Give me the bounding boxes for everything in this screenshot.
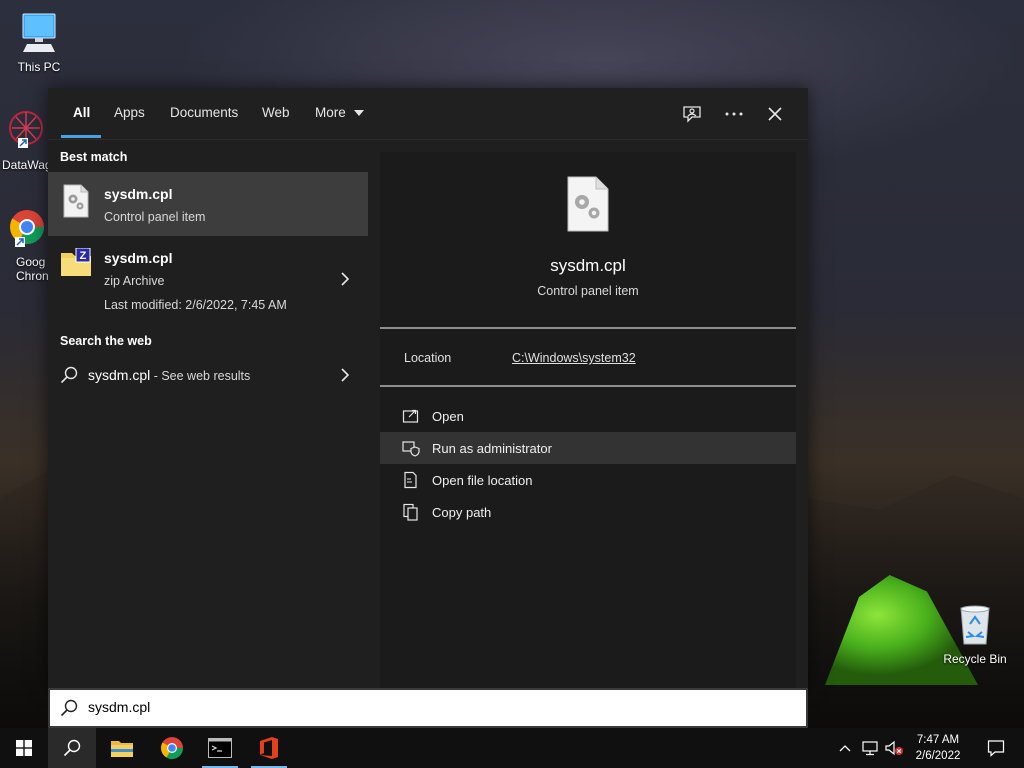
- notification-icon: [987, 740, 1005, 757]
- preview-name: sysdm.cpl: [550, 256, 626, 275]
- search-tabs-bar: All Apps Documents Web More: [48, 88, 808, 140]
- tab-more[interactable]: More: [315, 105, 364, 120]
- search-icon: [63, 739, 81, 757]
- tab-more-label: More: [315, 105, 346, 120]
- zip-folder-icon: Z: [61, 248, 91, 276]
- active-tab-indicator: [61, 135, 101, 138]
- volume-muted-icon: [885, 740, 903, 756]
- taskbar-command-prompt[interactable]: [196, 728, 244, 768]
- search-input[interactable]: [88, 699, 788, 715]
- action-center-button[interactable]: [972, 728, 1020, 768]
- best-match-heading: Best match: [60, 150, 128, 164]
- tab-apps[interactable]: Apps: [114, 105, 145, 120]
- action-label: Open: [432, 409, 464, 424]
- desktop-icon-label: DataWag: [2, 158, 52, 172]
- result-subtitle: Control panel item: [104, 210, 206, 224]
- result-title: sysdm.cpl: [104, 186, 173, 202]
- web-search-query: sysdm.cpl: [88, 367, 151, 383]
- office-icon: [260, 737, 278, 759]
- cpl-file-large-icon: [567, 176, 609, 232]
- windows-logo-icon: [16, 740, 32, 756]
- chevron-right-icon[interactable]: [340, 272, 350, 286]
- desktop-icon-label: Goog Chron: [16, 255, 48, 283]
- ellipsis-icon: [725, 112, 743, 116]
- tab-web[interactable]: Web: [262, 105, 290, 120]
- folder-icon: [111, 741, 133, 757]
- terminal-icon: [208, 738, 232, 758]
- desktop-icon-label: This PC: [17, 60, 61, 74]
- feedback-icon: [683, 106, 701, 123]
- action-label: Copy path: [432, 505, 492, 520]
- preview-pane: sysdm.cpl Control panel item Location C:…: [380, 152, 796, 688]
- copy-icon: [403, 503, 418, 521]
- location-link[interactable]: C:\Windows\system32: [512, 351, 636, 365]
- desktop-icon-this-pc[interactable]: This PC: [3, 10, 75, 74]
- taskbar-chrome[interactable]: [148, 728, 196, 768]
- results-pane: Best match sysdm.cpl Control panel item …: [48, 140, 368, 688]
- chevron-down-icon: [353, 110, 364, 117]
- action-open-file-location[interactable]: Open file location: [380, 464, 796, 496]
- desktop-icon-datawag[interactable]: DataWag: [0, 108, 52, 172]
- divider: [380, 385, 796, 387]
- chrome-icon: [161, 737, 183, 759]
- action-copy-path[interactable]: Copy path: [380, 496, 796, 528]
- tab-documents[interactable]: Documents: [170, 105, 238, 120]
- search-icon: [60, 699, 78, 717]
- result-title: sysdm.cpl: [104, 250, 173, 266]
- file-location-icon: [404, 471, 417, 489]
- more-options-button[interactable]: [721, 101, 747, 127]
- clock-time: 7:47 AM: [916, 734, 960, 746]
- web-search-text: sysdm.cpl - See web results: [88, 367, 250, 383]
- search-icon: [60, 366, 78, 384]
- taskbar-office[interactable]: [245, 728, 293, 768]
- action-label: Open file location: [432, 473, 533, 488]
- result-item-sysdm-cpl[interactable]: sysdm.cpl Control panel item: [48, 172, 368, 236]
- taskbar-search-button[interactable]: [48, 728, 96, 768]
- search-box[interactable]: [48, 688, 808, 728]
- datawag-icon: [9, 111, 43, 148]
- recycle-bin-icon: [960, 605, 990, 645]
- web-search-result[interactable]: sysdm.cpl - See web results: [48, 352, 368, 398]
- search-web-heading: Search the web: [60, 334, 152, 348]
- web-search-suffix: - See web results: [150, 369, 251, 383]
- volume-button[interactable]: [882, 728, 906, 768]
- action-label: Run as administrator: [432, 441, 552, 456]
- chevron-up-icon: [839, 745, 851, 752]
- chevron-right-icon[interactable]: [340, 368, 350, 382]
- desktop-icon-recycle-bin[interactable]: Recycle Bin: [939, 602, 1011, 666]
- tab-all[interactable]: All: [73, 105, 90, 120]
- location-label: Location: [404, 351, 452, 365]
- result-subtitle: zip Archive: [104, 274, 165, 288]
- result-item-sysdm-zip[interactable]: Z sysdm.cpl zip Archive Last modified: 2…: [48, 236, 368, 320]
- taskbar-file-explorer[interactable]: [98, 728, 146, 768]
- desktop-icon-label: Recycle Bin: [943, 652, 1007, 666]
- clock-date: 2/6/2022: [915, 750, 961, 762]
- network-button[interactable]: [858, 728, 882, 768]
- open-icon: [402, 409, 419, 423]
- svg-text:Z: Z: [80, 250, 87, 262]
- search-panel: All Apps Documents Web More Best match s…: [48, 88, 808, 688]
- shield-icon: [402, 441, 420, 457]
- result-modified: Last modified: 2/6/2022, 7:45 AM: [104, 298, 287, 312]
- this-pc-icon: [22, 13, 56, 52]
- start-button[interactable]: [0, 728, 48, 768]
- taskbar-clock[interactable]: 7:47 AM 2/6/2022: [906, 732, 970, 764]
- desktop-icon-google-chrome[interactable]: Goog Chron: [0, 205, 48, 283]
- show-hidden-icons-button[interactable]: [834, 728, 856, 768]
- taskbar: 7:47 AM 2/6/2022: [0, 728, 1024, 768]
- divider: [380, 327, 796, 329]
- action-run-as-administrator[interactable]: Run as administrator: [380, 432, 796, 464]
- feedback-button[interactable]: [679, 101, 705, 127]
- close-button[interactable]: [762, 101, 788, 127]
- preview-type: Control panel item: [537, 284, 639, 298]
- cpl-file-icon: [63, 184, 89, 218]
- chrome-icon: [10, 210, 44, 247]
- action-open[interactable]: Open: [380, 400, 796, 432]
- close-icon: [768, 107, 782, 121]
- network-icon: [862, 741, 878, 756]
